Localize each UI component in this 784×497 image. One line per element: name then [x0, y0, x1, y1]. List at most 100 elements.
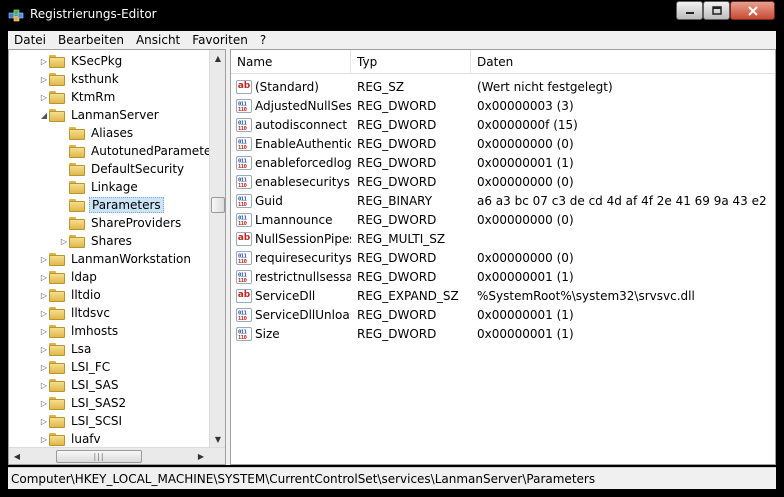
expand-icon[interactable]: ▷ [39, 70, 49, 88]
folder-icon [49, 54, 65, 68]
tree-item[interactable]: ▷ KSecPkg [39, 52, 124, 70]
tree-item-label: LSI_SAS2 [71, 396, 127, 410]
tree-item[interactable]: ShareProviders [59, 214, 183, 232]
value-row[interactable]: 011110enableforcedlog... REG_DWORD 0x00000… [231, 153, 775, 172]
value-row[interactable]: 011 110 Size REG_DWORD 0x00000001 (1) [231, 324, 775, 343]
value-row[interactable]: 011 110 ServiceDllUnloa... REG_DWORD 0x00000… [231, 305, 775, 324]
column-header-type[interactable]: Typ [351, 50, 471, 74]
tree-item[interactable]: ▷ LSI_SCSI [39, 412, 124, 430]
tree-item-label: ksthunk [71, 72, 119, 86]
expand-icon[interactable]: ▷ [39, 250, 49, 268]
tree-item[interactable]: ▷ ksthunk [39, 70, 121, 88]
expand-icon[interactable]: ▷ [39, 376, 49, 394]
value-row[interactable]: ab NullSessionPipes REG_MULTI_SZ [231, 229, 775, 248]
maximize-button[interactable] [703, 1, 730, 20]
expand-icon[interactable]: ▷ [59, 232, 69, 250]
menu-bearbeiten[interactable]: Bearbeiten [52, 33, 130, 47]
expand-icon [59, 178, 69, 196]
tree-item[interactable]: ▷ Lsa [39, 340, 93, 358]
tree-item[interactable]: ▷ luafv [39, 430, 103, 447]
tree-item[interactable]: ◢ LanmanServer [39, 106, 161, 124]
menu-ansicht[interactable]: Ansicht [130, 33, 186, 47]
value-row[interactable]: 011 110 Guid REG_BINARY a6 a3 bc 07 c3 de cd… [231, 191, 775, 210]
values-list-pane: Name Typ Daten ab (Standard) REG_SZ (Wert n… [230, 49, 776, 465]
collapse-icon[interactable]: ◢ [39, 106, 49, 124]
menu-favoriten[interactable]: Favoriten [186, 33, 254, 47]
tree-item-label: LanmanServer [71, 108, 159, 122]
value-name-cell: 011110AdjustedNullSes... [236, 96, 351, 115]
value-data: 0x00000000 (0) [477, 174, 574, 189]
tree-item[interactable]: ▷ lltdio [39, 286, 103, 304]
binary-value-icon: 011 110 [236, 269, 252, 284]
value-type: REG_DWORD [357, 250, 437, 265]
scroll-right-icon[interactable]: ▶ [193, 448, 209, 464]
scroll-up-icon[interactable]: ▲ [210, 50, 225, 66]
title-bar[interactable]: Registrierungs-Editor [0, 0, 784, 30]
tree-item-label: lltdsvc [71, 306, 110, 320]
column-header-data[interactable]: Daten [471, 50, 775, 74]
value-data: (Wert nicht festgelegt) [477, 79, 613, 94]
value-name: enableforcedlog... [255, 155, 351, 170]
tree-item[interactable]: ▷ LSI_FC [39, 358, 112, 376]
value-row[interactable]: ab ServiceDll REG_EXPAND_SZ %SystemRoot%\sy… [231, 286, 775, 305]
value-row[interactable]: ab (Standard) REG_SZ (Wert nicht festgelegt… [231, 77, 775, 96]
menu-help[interactable]: ? [254, 33, 272, 47]
expand-icon[interactable]: ▷ [39, 412, 49, 430]
tree-item[interactable]: AutotunedParameters [59, 142, 209, 160]
svg-text:110: 110 [238, 278, 247, 283]
value-row[interactable]: 011110enablesecuritysi... REG_DWORD 0x0000… [231, 172, 775, 191]
value-data: 0x00000001 (1) [477, 307, 574, 322]
expand-icon[interactable]: ▷ [39, 268, 49, 286]
value-row[interactable]: 011110AdjustedNullSes... REG_DWORD 0x00000… [231, 96, 775, 115]
tree-item[interactable]: ▷ Shares [59, 232, 134, 250]
value-row[interactable]: 011110restrictnullsessa... REG_DWORD 0x000… [231, 267, 775, 286]
tree-item[interactable]: ▷ LanmanWorkstation [39, 250, 193, 268]
tree-item[interactable]: Aliases [59, 124, 135, 142]
expand-icon[interactable]: ▷ [39, 394, 49, 412]
folder-icon [49, 378, 65, 392]
value-row[interactable]: 011 110 autodisconnect REG_DWORD 0x0000000f … [231, 115, 775, 134]
tree-horizontal-scrollbar[interactable]: ◀ ||| ▶ [9, 447, 225, 464]
tree-hscroll-thumb[interactable]: ||| [56, 450, 142, 463]
expand-icon[interactable]: ▷ [39, 358, 49, 376]
tree-vertical-scrollbar[interactable]: ▲ ▼ [209, 50, 225, 447]
string-value-icon: ab [236, 288, 252, 303]
binary-value-icon: 011 110 [236, 117, 252, 132]
expand-icon[interactable]: ▷ [39, 430, 49, 447]
value-name: restrictnullsessa... [255, 269, 351, 284]
svg-text:110: 110 [238, 259, 247, 264]
value-data: 0x00000000 (0) [477, 212, 574, 227]
tree-item[interactable]: ▷ lmhosts [39, 322, 120, 340]
expand-icon[interactable]: ▷ [39, 88, 49, 106]
menu-datei[interactable]: Datei [8, 33, 52, 47]
expand-icon[interactable]: ▷ [39, 322, 49, 340]
folder-icon [69, 126, 85, 140]
list-header: Name Typ Daten [231, 50, 775, 74]
tree-item[interactable]: Linkage [59, 178, 140, 196]
expand-icon[interactable]: ▷ [39, 304, 49, 322]
close-button[interactable] [730, 1, 775, 20]
expand-icon[interactable]: ▷ [39, 52, 49, 70]
scroll-down-icon[interactable]: ▼ [210, 431, 225, 447]
svg-text:110: 110 [238, 145, 247, 150]
tree-item[interactable]: ▷ ldap [39, 268, 99, 286]
tree-item[interactable]: ▷ LSI_SAS [39, 376, 121, 394]
registry-editor-window: Registrierungs-Editor Datei Bearbeiten A… [0, 0, 784, 497]
tree-item[interactable]: ▷ LSI_SAS2 [39, 394, 128, 412]
expand-icon[interactable]: ▷ [39, 286, 49, 304]
svg-text:110: 110 [238, 221, 247, 226]
string-value-icon: ab [236, 231, 252, 246]
minimize-button[interactable] [676, 1, 703, 20]
tree-item[interactable]: DefaultSecurity [59, 160, 186, 178]
value-row[interactable]: 011110EnableAuthentic... REG_DWORD 0x00000… [231, 134, 775, 153]
value-row[interactable]: 011 110 Lmannounce REG_DWORD 0x00000000 (0) [231, 210, 775, 229]
value-type: REG_DWORD [357, 326, 437, 341]
tree-item[interactable]: ▷ lltdsvc [39, 304, 112, 322]
expand-icon[interactable]: ▷ [39, 340, 49, 358]
value-row[interactable]: 011110requiresecuritysi... REG_DWORD 0x000… [231, 248, 775, 267]
scroll-left-icon[interactable]: ◀ [9, 448, 25, 464]
tree-item[interactable]: ▷ KtmRm [39, 88, 117, 106]
tree-item[interactable]: Parameters [59, 196, 164, 214]
column-header-name[interactable]: Name [231, 50, 351, 74]
tree-vscroll-thumb[interactable] [211, 197, 225, 213]
